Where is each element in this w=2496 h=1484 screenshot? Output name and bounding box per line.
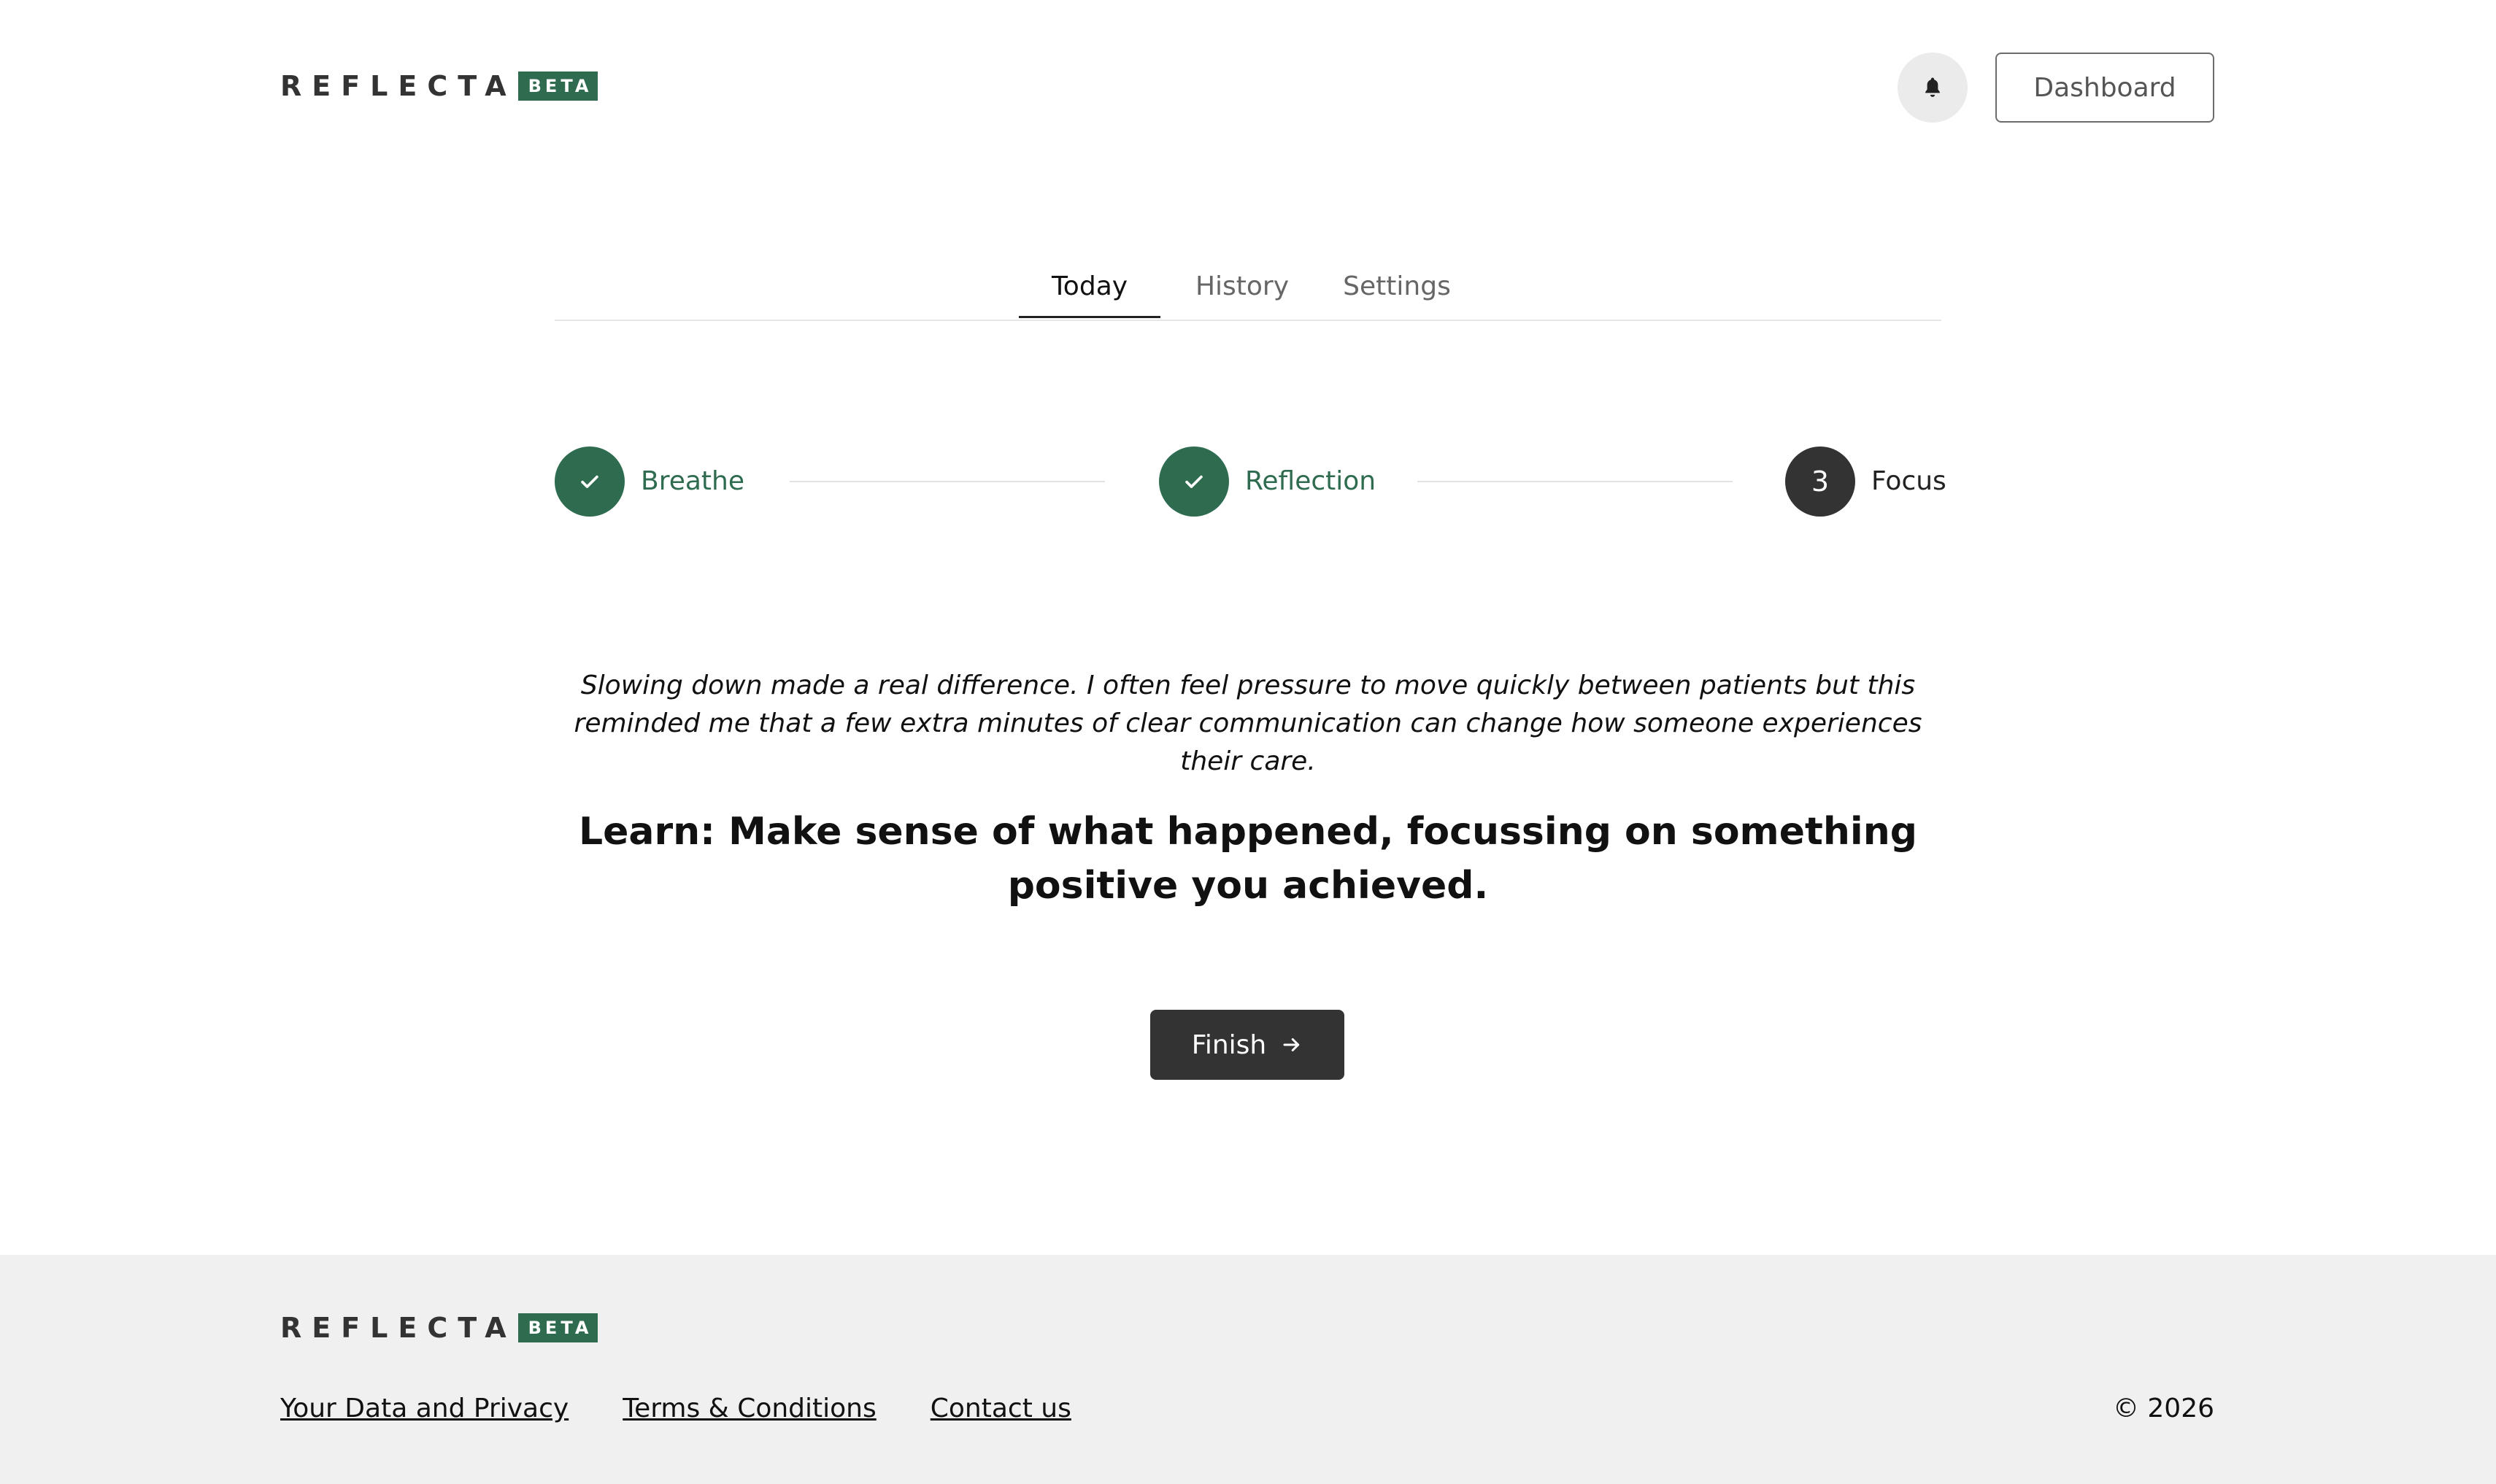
brand-name: REFLECTA <box>280 1312 517 1344</box>
footer-brand-logo: REFLECTA BETA <box>280 1312 598 1344</box>
tab-today[interactable]: Today <box>1019 263 1160 318</box>
tab-bar: Today History Settings <box>555 241 1941 321</box>
focus-prompt: Learn: Make sense of what happened, focu… <box>579 810 1917 908</box>
reflection-text: Slowing down made a real difference. I o… <box>574 670 1922 776</box>
arrow-right-icon <box>1283 1038 1300 1051</box>
beta-badge: BETA <box>517 1313 598 1342</box>
dashboard-button[interactable]: Dashboard <box>1995 53 2214 123</box>
step-connector <box>1417 481 1733 482</box>
privacy-link[interactable]: Your Data and Privacy <box>280 1394 569 1423</box>
bell-icon <box>1925 77 1940 97</box>
tab-settings[interactable]: Settings <box>1331 263 1463 318</box>
step-connector <box>790 481 1105 482</box>
notifications-button[interactable] <box>1898 53 1968 123</box>
progress-stepper: Breathe Reflection 3 Focus <box>555 447 1946 517</box>
site-footer: REFLECTA BETA Your Data and Privacy Term… <box>0 1255 2496 1484</box>
terms-link[interactable]: Terms & Conditions <box>623 1394 877 1423</box>
tab-history[interactable]: History <box>1184 263 1301 318</box>
contact-link[interactable]: Contact us <box>931 1394 1071 1423</box>
brand-logo[interactable]: REFLECTA BETA <box>280 70 598 102</box>
check-icon <box>1185 475 1203 488</box>
finish-button[interactable]: Finish <box>1150 1010 1344 1080</box>
copyright: © 2026 <box>2112 1394 2214 1423</box>
step-reflection-indicator <box>1159 447 1229 517</box>
site-header: REFLECTA BETA Dashboard <box>0 0 2496 175</box>
step-reflection-label: Reflection <box>1245 466 1376 496</box>
check-icon <box>581 475 598 488</box>
step-focus-indicator: 3 <box>1785 447 1855 517</box>
step-focus-label: Focus <box>1871 466 1946 496</box>
finish-button-label: Finish <box>1191 1029 1267 1060</box>
beta-badge: BETA <box>517 72 598 101</box>
step-breathe-indicator <box>555 447 625 517</box>
brand-name: REFLECTA <box>280 70 517 102</box>
step-breathe-label: Breathe <box>641 466 744 496</box>
footer-links: Your Data and Privacy Terms & Conditions… <box>280 1394 1125 1423</box>
